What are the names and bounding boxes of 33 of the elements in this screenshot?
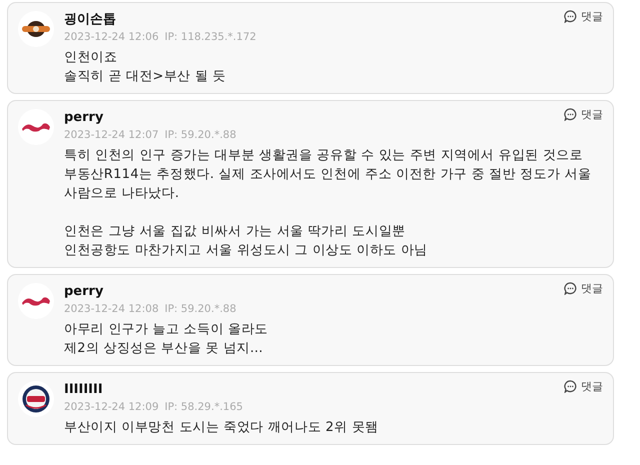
author-name: IIIIIIII [64,381,103,399]
comment-text: 부동산R114는 추정했다. 실제 조사에서도 인천에 주소 이전한 가구 중 절반 정도가 서울 [64,166,592,184]
comment-text: 인천공항도 마찬가지고 서울 위성도시 그 이상도 이하도 아님 [64,242,428,260]
team-logo-icon [21,121,51,133]
author-name: perry [64,283,104,301]
speech-bubble-icon [564,10,577,23]
ip-address: IP: 118.235.*.172 [164,30,256,45]
ip-address: IP: 59.20.*.88 [164,302,236,317]
author-name: 굉이손톱 [64,11,116,29]
reply-button[interactable]: 댓글 [564,107,603,122]
comment-text: 제2의 상징성은 부산을 못 넘지… [64,340,264,358]
reply-button[interactable]: 댓글 [564,9,603,24]
ip-address: IP: 59.20.*.88 [164,128,236,143]
comment-text: 인천이죠 [64,49,118,67]
comment-date: 2023-12-24 12:06 [64,30,159,45]
comment-text: 사람으로 나타났다. [64,185,180,203]
comment-date: 2023-12-24 12:08 [64,302,159,317]
author-name: perry [64,109,104,127]
speech-bubble-icon [564,108,577,121]
speech-bubble-icon [564,380,577,393]
comment-text: 부산이지 이부망천 도시는 죽었다 깨어나도 2위 못됌 [64,419,378,437]
speech-bubble-icon [564,282,577,295]
comment-text: 인천은 그냥 서울 집값 비싸서 가는 서울 딱가리 도시일뿐 [64,223,406,241]
reply-button[interactable]: 댓글 [564,281,603,296]
team-logo-icon [21,19,51,39]
reply-button[interactable]: 댓글 [564,379,603,394]
ip-address: IP: 58.29.*.165 [164,400,243,415]
comment-text: 아무리 인구가 늘고 소득이 올라도 [64,321,268,339]
comment-text: 특히 인천의 인구 증가는 대부분 생활권을 공유할 수 있는 주변 지역에서 유입된 것으로 [64,147,583,165]
team-logo-icon [21,295,51,307]
comment-text: 솔직히 곧 대전>부산 될 듯 [64,68,226,86]
comment-date: 2023-12-24 12:07 [64,128,159,143]
comment-date: 2023-12-24 12:09 [64,400,159,415]
